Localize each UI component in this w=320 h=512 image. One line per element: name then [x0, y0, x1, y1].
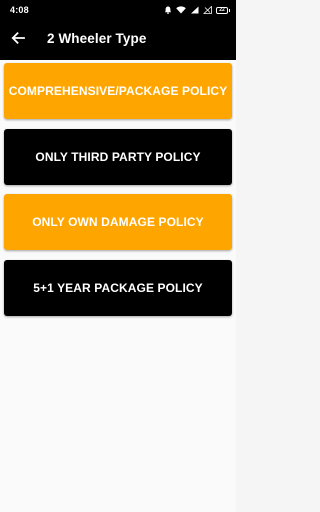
signal-icon: [203, 6, 212, 14]
option-label: ONLY OWN DAMAGE POLICY: [32, 215, 204, 229]
option-label: ONLY THIRD PARTY POLICY: [35, 150, 201, 164]
app-bar: 2 Wheeler Type: [0, 20, 236, 60]
app-screen: 4:08 22 2 Wheeler Type COMPREHENSIVE/PAC…: [0, 0, 236, 512]
signal-icon: [190, 6, 199, 14]
five-plus-one-year-package-policy-button[interactable]: 5+1 YEAR PACKAGE POLICY: [4, 260, 232, 316]
comprehensive-package-policy-button[interactable]: COMPREHENSIVE/PACKAGE POLICY: [4, 63, 232, 119]
notification-icon: [164, 6, 172, 14]
battery-icon: 22: [216, 6, 230, 14]
battery-level: 22: [216, 6, 228, 14]
status-bar: 4:08 22: [0, 0, 236, 20]
option-label: COMPREHENSIVE/PACKAGE POLICY: [8, 84, 228, 98]
arrow-back-icon: [11, 31, 25, 50]
option-label: 5+1 YEAR PACKAGE POLICY: [33, 281, 203, 295]
status-icons: 22: [164, 5, 230, 15]
only-third-party-policy-button[interactable]: ONLY THIRD PARTY POLICY: [4, 129, 232, 185]
page-title: 2 Wheeler Type: [47, 31, 147, 46]
wifi-icon: [176, 6, 186, 14]
back-button[interactable]: [6, 28, 30, 52]
only-own-damage-policy-button[interactable]: ONLY OWN DAMAGE POLICY: [4, 194, 232, 250]
status-time: 4:08: [10, 5, 29, 15]
